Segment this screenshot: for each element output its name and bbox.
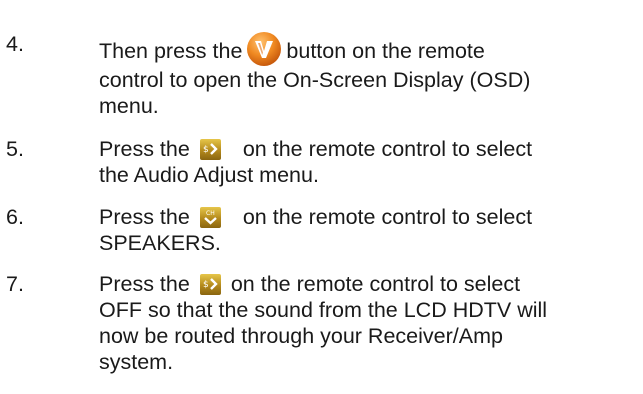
- step-text: the Audio Adjust menu.: [99, 163, 319, 187]
- svg-text:$: $: [203, 280, 209, 290]
- step-text: control to open the On-Screen Display (O…: [99, 68, 531, 92]
- step-text: SPEAKERS.: [99, 231, 221, 255]
- step-text: on the remote control to select: [242, 137, 533, 161]
- step-text: on the remote control to select: [230, 272, 521, 296]
- step-text: Then press the: [99, 39, 243, 63]
- vizio-menu-button-icon: [246, 31, 282, 67]
- step-text: Press the: [99, 137, 190, 161]
- volume-right-icon: $: [199, 139, 221, 160]
- step-text: Press the: [99, 272, 190, 296]
- channel-down-icon: CH: [199, 207, 221, 228]
- svg-text:$: $: [203, 145, 209, 155]
- step-number: 7.: [6, 272, 24, 296]
- step-text: menu.: [99, 94, 159, 118]
- step-text: now be routed through your Receiver/Amp: [99, 324, 503, 348]
- svg-text:CH: CH: [206, 210, 215, 217]
- step-text: button on the remote: [286, 39, 485, 63]
- volume-right-icon: $: [199, 274, 221, 295]
- step-number: 4.: [6, 32, 24, 56]
- step-number: 6.: [6, 205, 24, 229]
- step-text: OFF so that the sound from the LCD HDTV …: [99, 298, 548, 322]
- step-text: on the remote control to select: [242, 205, 533, 229]
- step-text: Press the: [99, 205, 190, 229]
- step-number: 5.: [6, 137, 24, 161]
- step-text: system.: [99, 350, 174, 374]
